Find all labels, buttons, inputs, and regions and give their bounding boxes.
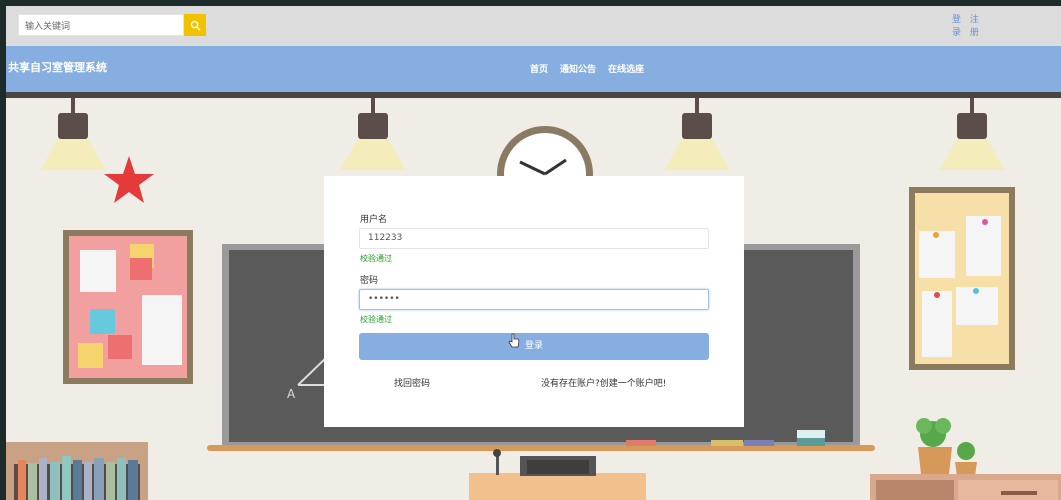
register-link-char-2: 册 bbox=[969, 28, 979, 38]
nav-announcements[interactable]: 通知公告 bbox=[560, 62, 596, 75]
chalkboard-letter: A bbox=[287, 387, 296, 401]
main-nav: 首页 通知公告 在线选座 bbox=[530, 62, 644, 75]
top-bar: 输入关键词 登 录 注 册 bbox=[6, 6, 1061, 46]
password-valid-message: 校验通过 bbox=[360, 315, 392, 324]
login-link[interactable]: 登 录 bbox=[952, 14, 961, 40]
create-account-link[interactable]: 没有存在账户?创建一个账户吧! bbox=[541, 376, 666, 389]
forgot-password-link[interactable]: 找回密码 bbox=[394, 376, 430, 389]
login-link-char-2: 录 bbox=[952, 28, 962, 38]
username-label: 用户名 bbox=[360, 215, 388, 225]
username-input[interactable]: 112233 bbox=[359, 228, 709, 249]
login-link-char-1: 登 bbox=[952, 15, 962, 25]
nav-home[interactable]: 首页 bbox=[530, 62, 548, 75]
login-button[interactable]: 登录 bbox=[359, 333, 709, 360]
username-valid-message: 校验通过 bbox=[360, 254, 392, 263]
hand-cursor-icon bbox=[508, 333, 520, 348]
nav-seat-booking[interactable]: 在线选座 bbox=[608, 62, 644, 75]
register-link[interactable]: 注 册 bbox=[970, 14, 979, 40]
auth-links: 登 录 注 册 bbox=[952, 14, 985, 40]
password-label: 密码 bbox=[360, 276, 379, 286]
register-link-char-1: 注 bbox=[969, 15, 979, 25]
search-button[interactable] bbox=[184, 14, 206, 36]
login-card: 用户名 112233 校验通过 密码 •••••• 校验通过 登录 找回密码 没… bbox=[324, 176, 744, 427]
nav-bar: 共享自习室管理系统 首页 通知公告 在线选座 bbox=[6, 46, 1061, 92]
login-button-label: 登录 bbox=[524, 341, 543, 351]
search-input[interactable]: 输入关键词 bbox=[18, 14, 184, 36]
site-brand: 共享自习室管理系统 bbox=[8, 61, 107, 74]
password-input[interactable]: •••••• bbox=[359, 289, 709, 310]
search-icon bbox=[190, 20, 201, 31]
page-frame: 输入关键词 登 录 注 册 共享自习室管理系统 首页 通知公告 在线选座 A 用… bbox=[6, 6, 1061, 500]
